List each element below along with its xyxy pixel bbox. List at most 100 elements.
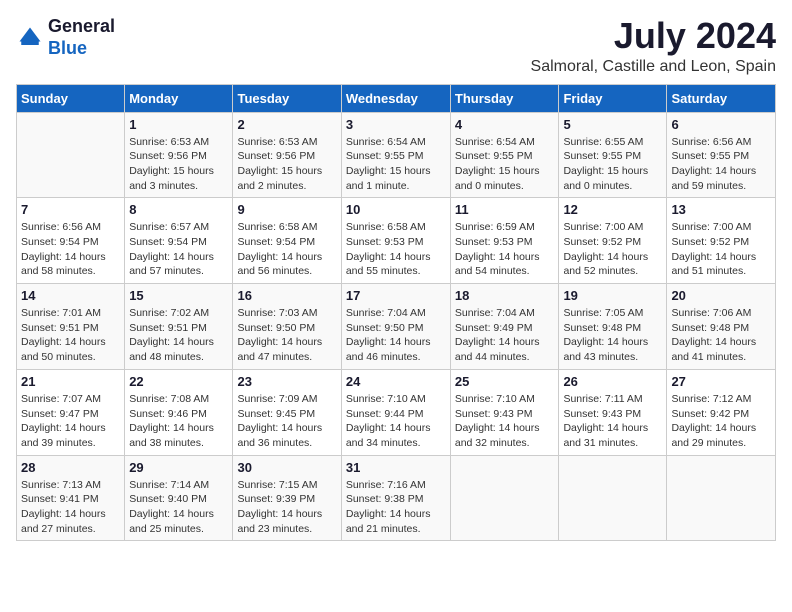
day-info: Sunrise: 7:10 AMSunset: 9:43 PMDaylight:…	[455, 392, 555, 451]
day-info: Sunrise: 7:16 AMSunset: 9:38 PMDaylight:…	[346, 478, 446, 537]
calendar-week-row: 14 Sunrise: 7:01 AMSunset: 9:51 PMDayligh…	[17, 284, 776, 370]
day-info: Sunrise: 6:58 AMSunset: 9:53 PMDaylight:…	[346, 220, 446, 279]
logo: General Blue	[16, 16, 115, 59]
calendar-cell: 2 Sunrise: 6:53 AMSunset: 9:56 PMDaylight…	[233, 112, 341, 198]
logo-icon	[16, 24, 44, 52]
calendar-cell: 12 Sunrise: 7:00 AMSunset: 9:52 PMDayligh…	[559, 198, 667, 284]
calendar-cell: 23 Sunrise: 7:09 AMSunset: 9:45 PMDayligh…	[233, 369, 341, 455]
day-info: Sunrise: 6:56 AMSunset: 9:55 PMDaylight:…	[671, 135, 771, 194]
day-number: 13	[671, 202, 771, 217]
day-number: 20	[671, 288, 771, 303]
calendar-cell: 9 Sunrise: 6:58 AMSunset: 9:54 PMDaylight…	[233, 198, 341, 284]
day-number: 24	[346, 374, 446, 389]
day-info: Sunrise: 7:14 AMSunset: 9:40 PMDaylight:…	[129, 478, 228, 537]
weekday-header: Friday	[559, 84, 667, 112]
day-number: 25	[455, 374, 555, 389]
day-info: Sunrise: 7:04 AMSunset: 9:50 PMDaylight:…	[346, 306, 446, 365]
day-info: Sunrise: 6:53 AMSunset: 9:56 PMDaylight:…	[237, 135, 336, 194]
day-info: Sunrise: 7:12 AMSunset: 9:42 PMDaylight:…	[671, 392, 771, 451]
calendar-cell: 17 Sunrise: 7:04 AMSunset: 9:50 PMDayligh…	[341, 284, 450, 370]
day-info: Sunrise: 7:15 AMSunset: 9:39 PMDaylight:…	[237, 478, 336, 537]
day-info: Sunrise: 6:58 AMSunset: 9:54 PMDaylight:…	[237, 220, 336, 279]
calendar-cell	[667, 455, 776, 541]
location-title: Salmoral, Castille and Leon, Spain	[531, 58, 776, 76]
day-number: 30	[237, 460, 336, 475]
weekday-header: Thursday	[450, 84, 559, 112]
day-number: 28	[21, 460, 120, 475]
calendar-cell: 6 Sunrise: 6:56 AMSunset: 9:55 PMDaylight…	[667, 112, 776, 198]
calendar-cell: 27Sunrise: 7:12 AMSunset: 9:42 PMDayligh…	[667, 369, 776, 455]
title-block: July 2024 Salmoral, Castille and Leon, S…	[531, 16, 776, 76]
day-number: 12	[563, 202, 662, 217]
day-info: Sunrise: 7:13 AMSunset: 9:41 PMDaylight:…	[21, 478, 120, 537]
day-info: Sunrise: 7:00 AMSunset: 9:52 PMDaylight:…	[563, 220, 662, 279]
day-number: 14	[21, 288, 120, 303]
calendar-cell: 5 Sunrise: 6:55 AMSunset: 9:55 PMDaylight…	[559, 112, 667, 198]
calendar-cell: 31 Sunrise: 7:16 AMSunset: 9:38 PMDayligh…	[341, 455, 450, 541]
day-number: 4	[455, 117, 555, 132]
calendar-week-row: 28 Sunrise: 7:13 AMSunset: 9:41 PMDayligh…	[17, 455, 776, 541]
month-title: July 2024	[531, 16, 776, 56]
calendar-cell: 8Sunrise: 6:57 AMSunset: 9:54 PMDaylight…	[125, 198, 233, 284]
day-info: Sunrise: 7:01 AMSunset: 9:51 PMDaylight:…	[21, 306, 120, 365]
day-info: Sunrise: 6:57 AMSunset: 9:54 PMDaylight:…	[129, 220, 228, 279]
calendar-cell: 26Sunrise: 7:11 AMSunset: 9:43 PMDayligh…	[559, 369, 667, 455]
day-number: 17	[346, 288, 446, 303]
calendar-cell: 28 Sunrise: 7:13 AMSunset: 9:41 PMDayligh…	[17, 455, 125, 541]
day-info: Sunrise: 7:00 AMSunset: 9:52 PMDaylight:…	[671, 220, 771, 279]
calendar-cell: 22 Sunrise: 7:08 AMSunset: 9:46 PMDayligh…	[125, 369, 233, 455]
calendar-cell: 19Sunrise: 7:05 AMSunset: 9:48 PMDayligh…	[559, 284, 667, 370]
day-number: 29	[129, 460, 228, 475]
calendar-cell: 25 Sunrise: 7:10 AMSunset: 9:43 PMDayligh…	[450, 369, 559, 455]
day-info: Sunrise: 6:53 AMSunset: 9:56 PMDaylight:…	[129, 135, 228, 194]
calendar-cell: 30 Sunrise: 7:15 AMSunset: 9:39 PMDayligh…	[233, 455, 341, 541]
day-number: 16	[237, 288, 336, 303]
calendar-cell	[17, 112, 125, 198]
calendar-cell: 15 Sunrise: 7:02 AMSunset: 9:51 PMDayligh…	[125, 284, 233, 370]
calendar-week-row: 1 Sunrise: 6:53 AMSunset: 9:56 PMDaylight…	[17, 112, 776, 198]
weekday-header: Wednesday	[341, 84, 450, 112]
day-info: Sunrise: 7:09 AMSunset: 9:45 PMDaylight:…	[237, 392, 336, 451]
day-number: 5	[563, 117, 662, 132]
day-info: Sunrise: 7:08 AMSunset: 9:46 PMDaylight:…	[129, 392, 228, 451]
day-info: Sunrise: 7:06 AMSunset: 9:48 PMDaylight:…	[671, 306, 771, 365]
day-number: 6	[671, 117, 771, 132]
day-info: Sunrise: 6:55 AMSunset: 9:55 PMDaylight:…	[563, 135, 662, 194]
day-number: 22	[129, 374, 228, 389]
day-info: Sunrise: 7:05 AMSunset: 9:48 PMDaylight:…	[563, 306, 662, 365]
calendar-cell: 29 Sunrise: 7:14 AMSunset: 9:40 PMDayligh…	[125, 455, 233, 541]
weekday-header: Monday	[125, 84, 233, 112]
day-number: 21	[21, 374, 120, 389]
day-number: 23	[237, 374, 336, 389]
day-number: 9	[237, 202, 336, 217]
calendar-week-row: 7Sunrise: 6:56 AMSunset: 9:54 PMDaylight…	[17, 198, 776, 284]
logo-blue-text: Blue	[48, 38, 115, 60]
day-info: Sunrise: 7:10 AMSunset: 9:44 PMDaylight:…	[346, 392, 446, 451]
day-number: 18	[455, 288, 555, 303]
day-number: 10	[346, 202, 446, 217]
calendar-cell: 24 Sunrise: 7:10 AMSunset: 9:44 PMDayligh…	[341, 369, 450, 455]
calendar-cell: 16 Sunrise: 7:03 AMSunset: 9:50 PMDayligh…	[233, 284, 341, 370]
calendar-cell	[450, 455, 559, 541]
calendar-cell: 10 Sunrise: 6:58 AMSunset: 9:53 PMDayligh…	[341, 198, 450, 284]
weekday-header: Tuesday	[233, 84, 341, 112]
day-number: 15	[129, 288, 228, 303]
calendar-cell: 11 Sunrise: 6:59 AMSunset: 9:53 PMDayligh…	[450, 198, 559, 284]
day-number: 2	[237, 117, 336, 132]
weekday-header: Sunday	[17, 84, 125, 112]
day-number: 26	[563, 374, 662, 389]
weekday-header-row: SundayMondayTuesdayWednesdayThursdayFrid…	[17, 84, 776, 112]
calendar-cell: 13 Sunrise: 7:00 AMSunset: 9:52 PMDayligh…	[667, 198, 776, 284]
day-number: 31	[346, 460, 446, 475]
calendar-cell: 3Sunrise: 6:54 AMSunset: 9:55 PMDaylight…	[341, 112, 450, 198]
day-info: Sunrise: 7:07 AMSunset: 9:47 PMDaylight:…	[21, 392, 120, 451]
calendar-cell: 7Sunrise: 6:56 AMSunset: 9:54 PMDaylight…	[17, 198, 125, 284]
day-number: 1	[129, 117, 228, 132]
day-info: Sunrise: 6:59 AMSunset: 9:53 PMDaylight:…	[455, 220, 555, 279]
day-info: Sunrise: 7:02 AMSunset: 9:51 PMDaylight:…	[129, 306, 228, 365]
weekday-header: Saturday	[667, 84, 776, 112]
day-number: 11	[455, 202, 555, 217]
calendar-cell: 14 Sunrise: 7:01 AMSunset: 9:51 PMDayligh…	[17, 284, 125, 370]
day-info: Sunrise: 7:03 AMSunset: 9:50 PMDaylight:…	[237, 306, 336, 365]
calendar-week-row: 21 Sunrise: 7:07 AMSunset: 9:47 PMDayligh…	[17, 369, 776, 455]
